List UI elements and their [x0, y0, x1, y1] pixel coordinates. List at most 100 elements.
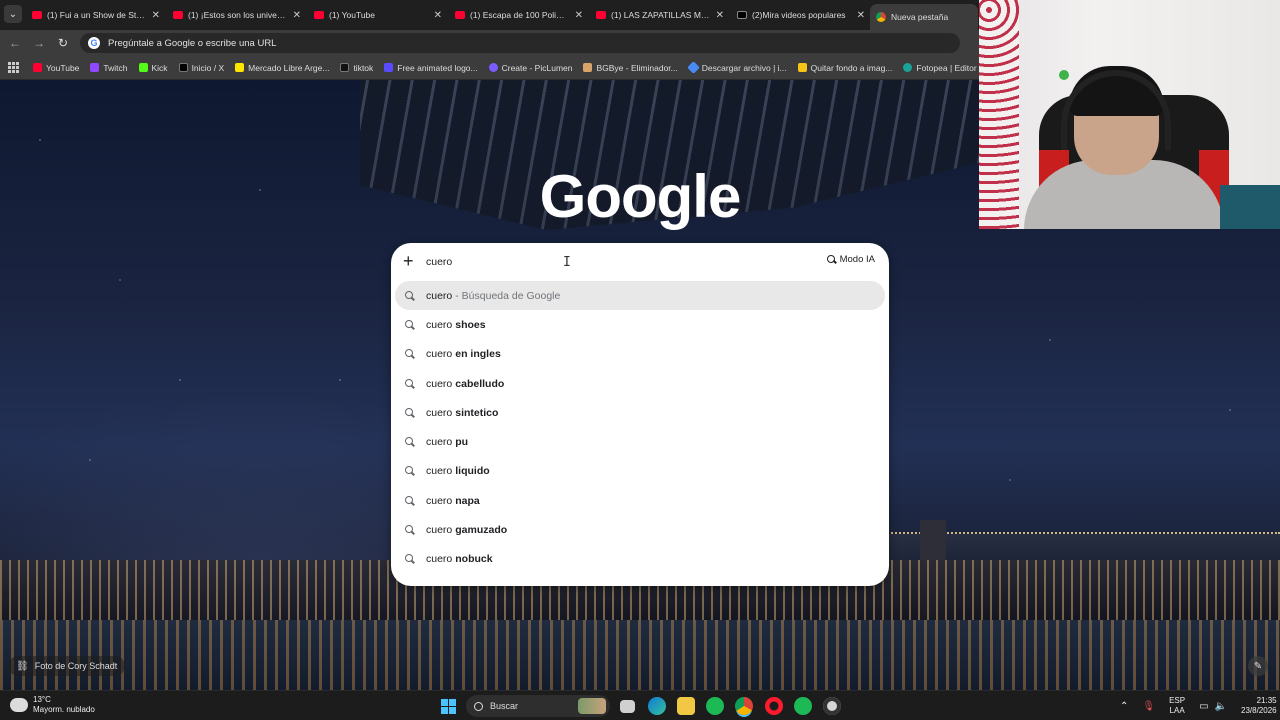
tab-title: (1) Fui a un Show de Strip	[47, 10, 146, 20]
close-tab-icon[interactable]: ✕	[434, 10, 442, 21]
close-tab-icon[interactable]: ✕	[716, 10, 724, 21]
ai-mode-button[interactable]: Modo IA	[826, 254, 875, 265]
bookmark-piclumen[interactable]: Create - PicLumen	[488, 62, 573, 73]
tab-3[interactable]: (1) Escapa de 100 Policías ✕	[449, 4, 589, 26]
reload-icon[interactable]: ↻	[55, 35, 71, 51]
bookmark-label: Twitch	[103, 62, 128, 73]
tab-title: (2)Mira videos populares	[752, 10, 846, 20]
bgbye-icon	[583, 63, 593, 72]
youtube-icon	[596, 11, 606, 19]
bookmark-label: BGBye - Eliminador...	[596, 62, 678, 73]
suggestion-base: cuero	[426, 494, 453, 507]
chrome-icon[interactable]	[735, 697, 753, 715]
bookmark-quitar-fondo[interactable]: Quitar fondo a imag...	[797, 63, 892, 73]
youtube-icon	[173, 11, 183, 19]
windows-start-icon[interactable]	[441, 699, 456, 714]
bookmark-label: Create - PicLumen	[501, 62, 573, 73]
google-g-icon: G	[88, 37, 100, 49]
file-explorer-icon[interactable]	[677, 697, 695, 715]
bookmark-bgbye[interactable]: BGBye - Eliminador...	[583, 62, 678, 73]
language-indicator[interactable]: ESP LAA	[1169, 696, 1185, 716]
tab-0[interactable]: (1) Fui a un Show de Strip ✕	[26, 4, 166, 26]
partly-cloudy-icon	[7, 695, 28, 712]
search-icon	[405, 495, 415, 506]
spotify-icon[interactable]	[706, 697, 724, 715]
weather-widget[interactable]: 13°C Mayorm. nublado	[7, 695, 95, 715]
opera-icon[interactable]	[765, 697, 783, 715]
remove-bg-icon	[797, 63, 807, 72]
taskbar-search[interactable]: Buscar	[466, 695, 610, 717]
photopea-icon	[903, 63, 913, 72]
tab-search-button[interactable]: ⌄	[4, 5, 22, 23]
tab-1[interactable]: (1) ¡Estos son los universit ✕	[167, 4, 307, 26]
volume-icon[interactable]: 🔈	[1215, 701, 1227, 712]
suggestion-item[interactable]: cuero - Búsqueda de Google	[395, 281, 885, 311]
bookmark-label: tiktok	[353, 62, 374, 73]
weather-temp: 13°C	[33, 695, 51, 704]
suggestion-item[interactable]: cuero shoes	[395, 310, 885, 339]
edge-icon[interactable]	[648, 697, 666, 715]
plus-icon[interactable]: +	[403, 252, 414, 270]
bookmark-twitch[interactable]: Twitch	[90, 62, 128, 73]
bookmark-kick[interactable]: Kick	[138, 63, 168, 73]
customize-pencil-icon[interactable]: ✎	[1248, 656, 1268, 676]
suggestion-completion: nobuck	[455, 553, 493, 566]
forward-arrow-icon[interactable]: →	[31, 35, 47, 51]
bookmark-free-animated-logo[interactable]: Free animated logo...	[384, 63, 478, 73]
suggestion-completion: shoes	[455, 318, 486, 331]
bookmark-descargar-archivo[interactable]: Descargar archivo | i...	[686, 61, 787, 74]
search-box[interactable]: + cuero I Modo IA cuero - Búsqueda de Go…	[391, 243, 889, 586]
suggestion-item[interactable]: cuero liquido	[395, 457, 885, 486]
apps-grid-icon[interactable]	[8, 61, 19, 74]
suggestion-item[interactable]: cuero napa	[395, 486, 885, 515]
tab-4[interactable]: (1) LAS ZAPATILLAS MÁS ✕	[590, 4, 730, 26]
suggestion-item[interactable]: cuero sintetico	[395, 398, 885, 427]
suggestion-item[interactable]: cuero cabelludo	[395, 369, 885, 398]
photo-credit-link[interactable]: ⛓ Foto de Cory Schadt	[8, 656, 126, 676]
river-reflection	[0, 620, 1280, 690]
network-icon[interactable]: ▭	[1199, 701, 1208, 712]
bookmark-x[interactable]: Inicio / X	[178, 63, 224, 73]
bookmark-mercadolibre[interactable]: Mercado Libre Arge...	[235, 63, 329, 73]
bookmark-label: Mercado Libre Arge...	[248, 62, 330, 73]
tab-2[interactable]: (1) YouTube ✕	[308, 4, 448, 26]
suggestion-completion: liquido	[455, 465, 490, 478]
microphone-icon[interactable]: 🎙	[1142, 701, 1155, 712]
suggestion-base: cuero	[426, 318, 453, 331]
tab-5[interactable]: (2)Mira videos populares ✕	[731, 4, 871, 26]
search-icon	[405, 407, 415, 418]
tab-6-active[interactable]: Nueva pestaña	[870, 4, 978, 30]
suggestion-completion: sintetico	[455, 406, 499, 419]
kick-icon	[138, 63, 148, 72]
suggestion-item[interactable]: cuero nobuck	[395, 545, 885, 574]
browser-toolbar: ← → ↻ G Pregúntale a Google o escribe un…	[0, 30, 980, 56]
spotify-icon[interactable]	[794, 697, 812, 715]
address-bar[interactable]: G Pregúntale a Google o escribe una URL	[80, 33, 960, 53]
suggestion-completion: napa	[455, 494, 480, 507]
task-view-icon[interactable]	[620, 700, 635, 713]
search-icon	[405, 525, 415, 535]
close-tab-icon[interactable]: ✕	[152, 10, 160, 21]
suggestion-item[interactable]: cuero pu	[395, 427, 885, 456]
close-tab-icon[interactable]: ✕	[857, 10, 865, 21]
twitch-icon	[90, 63, 100, 72]
mercadolibre-icon	[235, 63, 245, 72]
photo-credit-label: Foto de Cory Schadt	[34, 661, 118, 671]
close-tab-icon[interactable]: ✕	[293, 10, 301, 21]
bookmark-tiktok[interactable]: tiktok	[340, 63, 373, 73]
suggestion-item[interactable]: cuero gamuzado	[395, 515, 885, 544]
settings-gear-icon[interactable]	[823, 697, 841, 715]
chrome-icon	[876, 12, 886, 22]
search-input[interactable]: cuero	[426, 256, 452, 268]
chevron-up-icon[interactable]: ⌃	[1120, 701, 1128, 712]
close-tab-icon[interactable]: ✕	[575, 10, 583, 21]
clock[interactable]: 21:35 23/8/2026	[1241, 696, 1277, 716]
suggestion-hint: - Búsqueda de Google	[455, 289, 561, 302]
back-arrow-icon[interactable]: ←	[7, 35, 23, 51]
search-icon	[405, 554, 415, 564]
bookmark-youtube[interactable]: YouTube	[33, 63, 79, 73]
suggestion-completion: pu	[455, 436, 469, 449]
suggestion-item[interactable]: cuero en ingles	[395, 340, 885, 369]
suggestion-base: cuero	[426, 348, 453, 361]
plant	[1059, 70, 1069, 80]
